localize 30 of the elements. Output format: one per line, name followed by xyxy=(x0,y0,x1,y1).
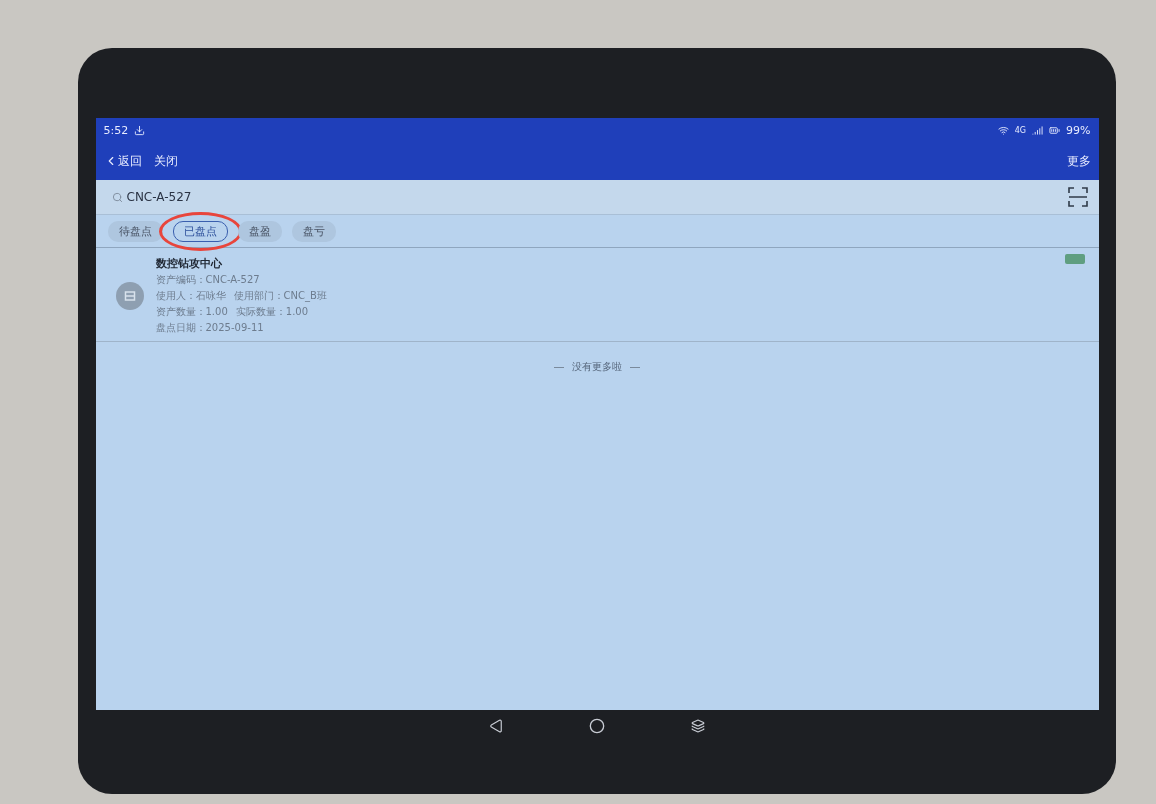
battery-percent: 99% xyxy=(1066,123,1091,137)
home-nav-icon[interactable] xyxy=(589,718,605,734)
asset-field: 使用部门：CNC_B班 xyxy=(233,289,327,303)
more-button[interactable]: 更多 xyxy=(1066,152,1091,170)
asset-avatar xyxy=(115,281,144,310)
filter-tab[interactable]: 盘盈 xyxy=(237,220,282,242)
asset-field: 资产编码：CNC-A-527 xyxy=(155,273,260,287)
signal-icon xyxy=(1032,124,1044,136)
filter-tab[interactable]: 已盘点 xyxy=(172,220,228,242)
asset-row[interactable]: 数控钻攻中心 资产编码：CNC-A-527 使用人：石咏华 使用部门：CNC_B班 资产数量：1.00 实际数量：1.00 盘点日期：2025-09-11 xyxy=(95,248,1099,342)
back-button[interactable]: 返回 xyxy=(103,152,142,170)
search-field[interactable]: CNC-A-527 xyxy=(111,190,1067,204)
battery-icon xyxy=(1049,124,1061,136)
download-icon xyxy=(134,124,146,136)
network-label: 4G xyxy=(1014,125,1027,135)
filter-tab[interactable]: 盘亏 xyxy=(291,220,336,242)
filter-tab[interactable]: 待盘点 xyxy=(107,220,163,242)
asset-field: 盘点日期：2025-09-11 xyxy=(155,321,264,335)
layers-nav-icon[interactable] xyxy=(691,719,705,733)
scan-icon[interactable] xyxy=(1066,186,1089,208)
end-note: 没有更多啦 xyxy=(572,360,622,374)
back-nav-icon[interactable] xyxy=(489,719,503,733)
status-time: 5:52 xyxy=(103,123,129,137)
asset-title: 数控钻攻中心 xyxy=(155,256,223,271)
close-button[interactable]: 关闭 xyxy=(153,152,178,170)
asset-field: 实际数量：1.00 xyxy=(235,305,309,319)
wifi-icon xyxy=(997,124,1009,136)
search-icon xyxy=(111,191,123,203)
asset-field: 使用人：石咏华 xyxy=(155,289,226,303)
asset-field: 资产数量：1.00 xyxy=(155,305,228,319)
